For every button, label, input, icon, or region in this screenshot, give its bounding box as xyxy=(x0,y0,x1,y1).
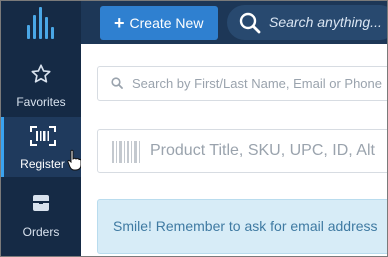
search-icon xyxy=(111,77,123,89)
box-icon xyxy=(1,193,81,223)
product-search-input[interactable]: Product Title, SKU, UPC, ID, Alt xyxy=(97,129,387,173)
main-content: Search by First/Last Name, Email or Phon… xyxy=(81,44,387,256)
search-icon xyxy=(239,12,261,34)
create-new-label: Create New xyxy=(129,15,204,31)
plus-icon: + xyxy=(114,13,125,33)
create-new-button[interactable]: + Create New xyxy=(100,6,218,40)
hand-cursor-icon xyxy=(67,149,81,171)
app-window: Favorites Register Orders + Create New S… xyxy=(0,0,388,257)
sidebar-item-label: Favorites xyxy=(16,95,66,109)
top-bar: + Create New Search anything... xyxy=(81,1,387,44)
global-search-input[interactable]: Search anything... xyxy=(227,5,387,40)
info-alert: Smile! Remember to ask for email address xyxy=(97,199,387,254)
barcode-icon xyxy=(112,141,140,163)
sidebar: Favorites Register Orders xyxy=(1,1,81,256)
sidebar-item-orders[interactable]: Orders xyxy=(1,185,81,245)
star-icon xyxy=(1,63,81,93)
global-search-placeholder: Search anything... xyxy=(269,14,382,30)
customer-search-placeholder: Search by First/Last Name, Email or Phon… xyxy=(132,76,382,91)
app-logo xyxy=(25,7,55,39)
sidebar-item-favorites[interactable]: Favorites xyxy=(1,55,81,115)
alert-text: Smile! Remember to ask for email address xyxy=(113,218,378,234)
customer-search-input[interactable]: Search by First/Last Name, Email or Phon… xyxy=(97,66,387,101)
sidebar-item-label: Orders xyxy=(22,225,60,239)
product-search-placeholder: Product Title, SKU, UPC, ID, Alt xyxy=(150,142,375,159)
